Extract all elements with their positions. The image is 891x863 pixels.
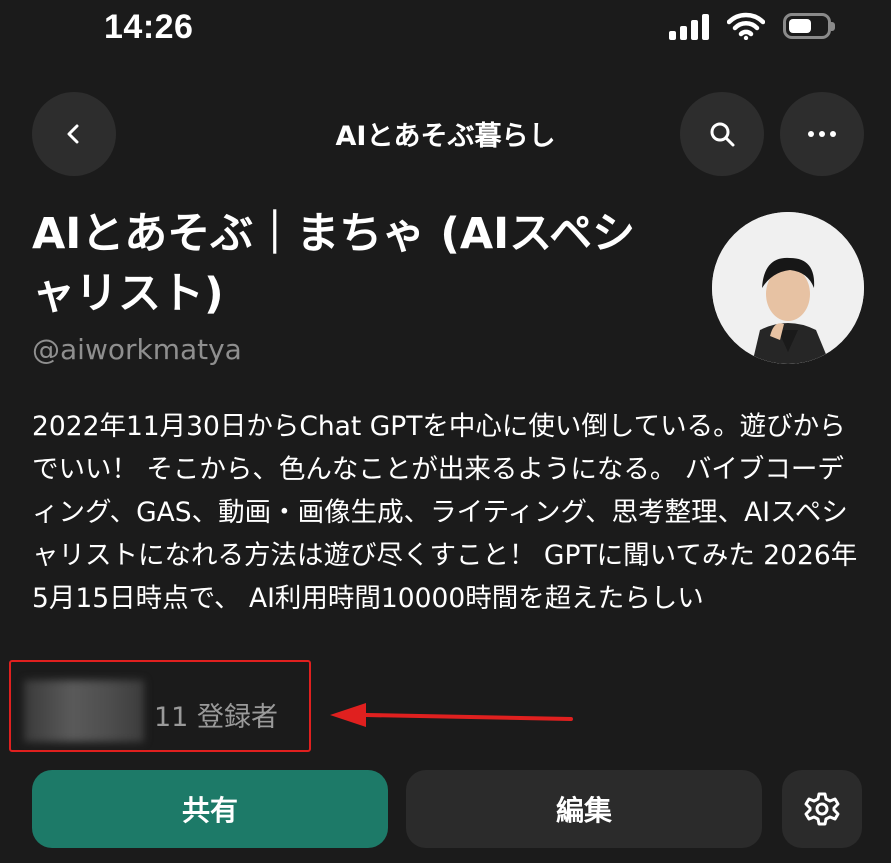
search-button[interactable]: [680, 92, 764, 176]
more-button[interactable]: [780, 92, 864, 176]
subscriber-count[interactable]: 11 登録者: [154, 695, 278, 734]
settings-button[interactable]: [782, 770, 862, 848]
profile-bio: 2022年11月30日からChat GPTを中心に使い倒している。遊びからでいい…: [32, 411, 858, 614]
status-time: 14:26: [104, 8, 194, 46]
wifi-icon: [727, 12, 765, 40]
cellular-signal-icon: [669, 12, 709, 40]
avatar-photo: [712, 212, 864, 364]
gear-icon: [804, 792, 840, 826]
more-horizontal-icon: [808, 131, 836, 137]
edit-button[interactable]: 編集: [406, 770, 762, 848]
profile-name: AIとあそぶ｜まちゃ (AIスペシャリスト): [32, 209, 636, 319]
share-button[interactable]: 共有: [32, 770, 388, 848]
battery-icon: [783, 13, 835, 39]
avatar[interactable]: [712, 212, 864, 364]
profile-handle: @aiworkmatya: [32, 333, 242, 366]
annotation-arrow-icon: [330, 703, 573, 727]
subscriber-avatars-blurred: [24, 680, 144, 742]
search-icon: [710, 122, 735, 147]
status-icons: [669, 12, 835, 40]
